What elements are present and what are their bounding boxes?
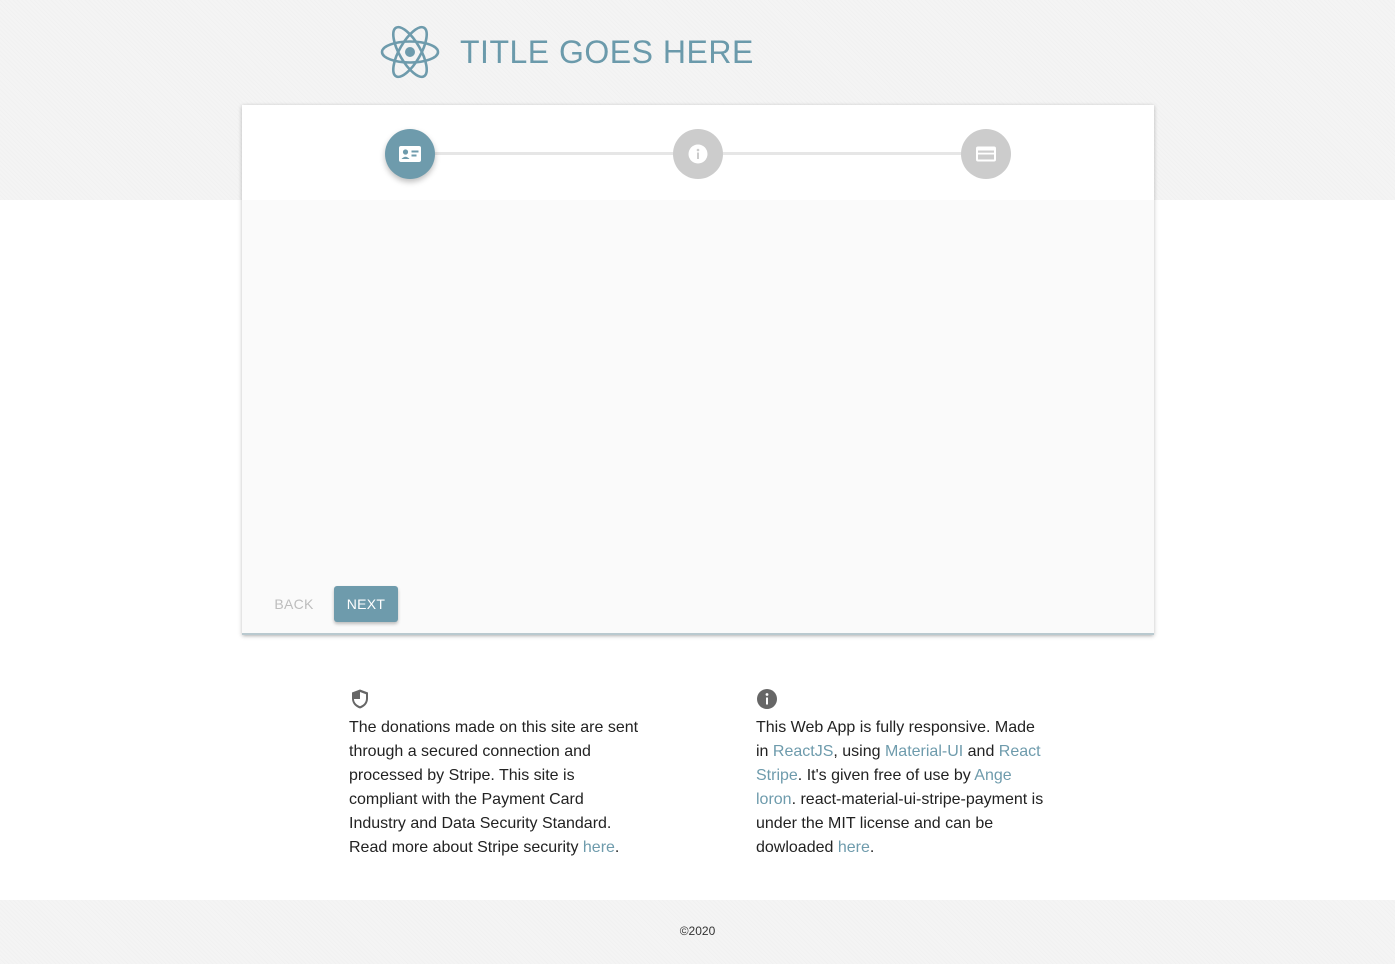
security-note-text: The donations made on this site are sent… (349, 716, 645, 860)
react-atom-icon (380, 25, 440, 79)
about-note-text: This Web App is fully responsive. Made i… (756, 716, 1046, 860)
back-button[interactable]: Back (266, 586, 322, 622)
about-text-3: and (963, 743, 999, 760)
download-link[interactable]: here (838, 839, 870, 856)
about-text-6: . (869, 839, 875, 856)
material-ui-link[interactable]: Material-UI (885, 743, 963, 760)
security-note-end: . (614, 839, 620, 856)
step-connector (435, 152, 673, 155)
step-contact-details[interactable] (385, 129, 435, 179)
security-note: The donations made on this site are sent… (349, 688, 645, 860)
step-connector (723, 152, 961, 155)
shield-icon (352, 689, 368, 709)
app-header: TITLE GOES HERE (380, 22, 754, 82)
credit-card-icon (976, 146, 996, 162)
reactjs-link[interactable]: ReactJS (773, 743, 833, 760)
footer: ©2020 (0, 900, 1395, 964)
info-circle-icon (757, 689, 777, 709)
next-button[interactable]: Next (334, 586, 398, 622)
about-text-4: . It's given free of use by (797, 767, 975, 784)
contact-card-icon (399, 146, 421, 162)
stepper (242, 105, 1154, 200)
info-icon (688, 144, 708, 164)
step-information[interactable] (673, 129, 723, 179)
step-payment[interactable] (961, 129, 1011, 179)
page-title: TITLE GOES HERE (460, 33, 754, 70)
security-note-body: The donations made on this site are sent… (349, 719, 639, 856)
stripe-security-link[interactable]: here (583, 839, 615, 856)
step-content (242, 200, 1154, 580)
payment-stepper-card: Back Next (242, 105, 1154, 635)
about-text-5: . react-material-ui-stripe-payment is un… (756, 791, 1044, 856)
about-note: This Web App is fully responsive. Made i… (756, 688, 1046, 860)
about-text-2: , using (833, 743, 885, 760)
copyright-text: ©2020 (679, 924, 716, 938)
